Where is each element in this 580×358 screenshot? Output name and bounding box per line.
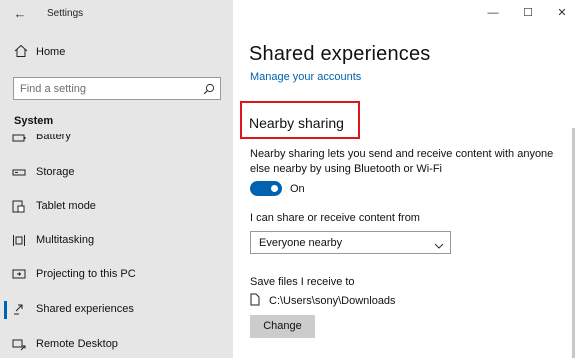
sidebar-item-label: Multitasking	[36, 234, 95, 246]
sidebar-item-label: Shared experiences	[36, 303, 134, 315]
close-icon[interactable]: ✕	[550, 4, 574, 22]
share-from-dropdown[interactable]: Everyone nearby	[250, 231, 451, 254]
window-title: Settings	[47, 8, 84, 19]
section-label: System	[14, 115, 54, 127]
sidebar-item-shared-experiences[interactable]: Shared experiences	[0, 299, 233, 321]
sidebar-item-storage[interactable]: Storage	[0, 162, 233, 184]
sidebar-item-label: Projecting to this PC	[36, 268, 136, 280]
storage-icon	[12, 166, 26, 179]
back-arrow-icon[interactable]: ←	[10, 6, 30, 22]
remote-desktop-icon	[12, 338, 26, 351]
search-input[interactable]	[20, 82, 200, 96]
sidebar-item-label: Home	[36, 46, 66, 58]
toggle-knob	[271, 185, 278, 192]
manage-accounts-link[interactable]: Manage your accounts	[250, 71, 361, 83]
sidebar-item-tablet-mode[interactable]: Tablet mode	[0, 196, 233, 218]
toggle-state-label: On	[290, 183, 305, 195]
save-path: C:\Users\sony\Downloads	[269, 295, 396, 307]
main-content: — ☐ ✕ Shared experiences Manage your acc…	[233, 0, 580, 358]
sidebar-item-label: Remote Desktop	[36, 338, 118, 350]
maximize-icon[interactable]: ☐	[516, 4, 540, 22]
nearby-sharing-toggle[interactable]	[250, 181, 282, 196]
sidebar-item-label: Battery	[36, 134, 71, 142]
search-box[interactable]	[13, 77, 221, 100]
chevron-down-icon	[434, 238, 444, 249]
battery-icon	[12, 134, 26, 145]
multitasking-icon	[12, 234, 26, 247]
shared-experiences-icon	[12, 303, 26, 316]
file-icon	[250, 293, 260, 306]
sidebar-item-projecting[interactable]: Projecting to this PC	[0, 264, 233, 286]
sidebar: ← Settings Home System Battery Storage T…	[0, 0, 233, 358]
nearby-sharing-heading: Nearby sharing	[249, 115, 344, 131]
scrollbar[interactable]	[572, 128, 575, 358]
sidebar-item-label: Storage	[36, 166, 75, 178]
page-title: Shared experiences	[249, 43, 431, 65]
save-files-label: Save files I receive to	[250, 276, 355, 288]
sidebar-item-multitasking[interactable]: Multitasking	[0, 230, 233, 252]
minimize-icon[interactable]: —	[481, 4, 505, 22]
sidebar-item-remote-desktop[interactable]: Remote Desktop	[0, 334, 233, 356]
sidebar-item-label: Tablet mode	[36, 200, 96, 212]
nearby-sharing-description: Nearby sharing lets you send and receive…	[250, 148, 554, 175]
tablet-mode-icon	[12, 200, 26, 213]
projecting-icon	[12, 268, 26, 281]
search-icon[interactable]	[203, 82, 215, 95]
selected-indicator	[4, 301, 7, 319]
sidebar-item-home[interactable]: Home	[0, 44, 233, 64]
home-icon	[14, 44, 28, 60]
sidebar-item-battery[interactable]: Battery	[0, 134, 233, 146]
change-button[interactable]: Change	[250, 315, 315, 338]
window-controls: — ☐ ✕	[460, 0, 580, 26]
dropdown-value: Everyone nearby	[259, 237, 343, 249]
share-from-label: I can share or receive content from	[250, 212, 420, 224]
